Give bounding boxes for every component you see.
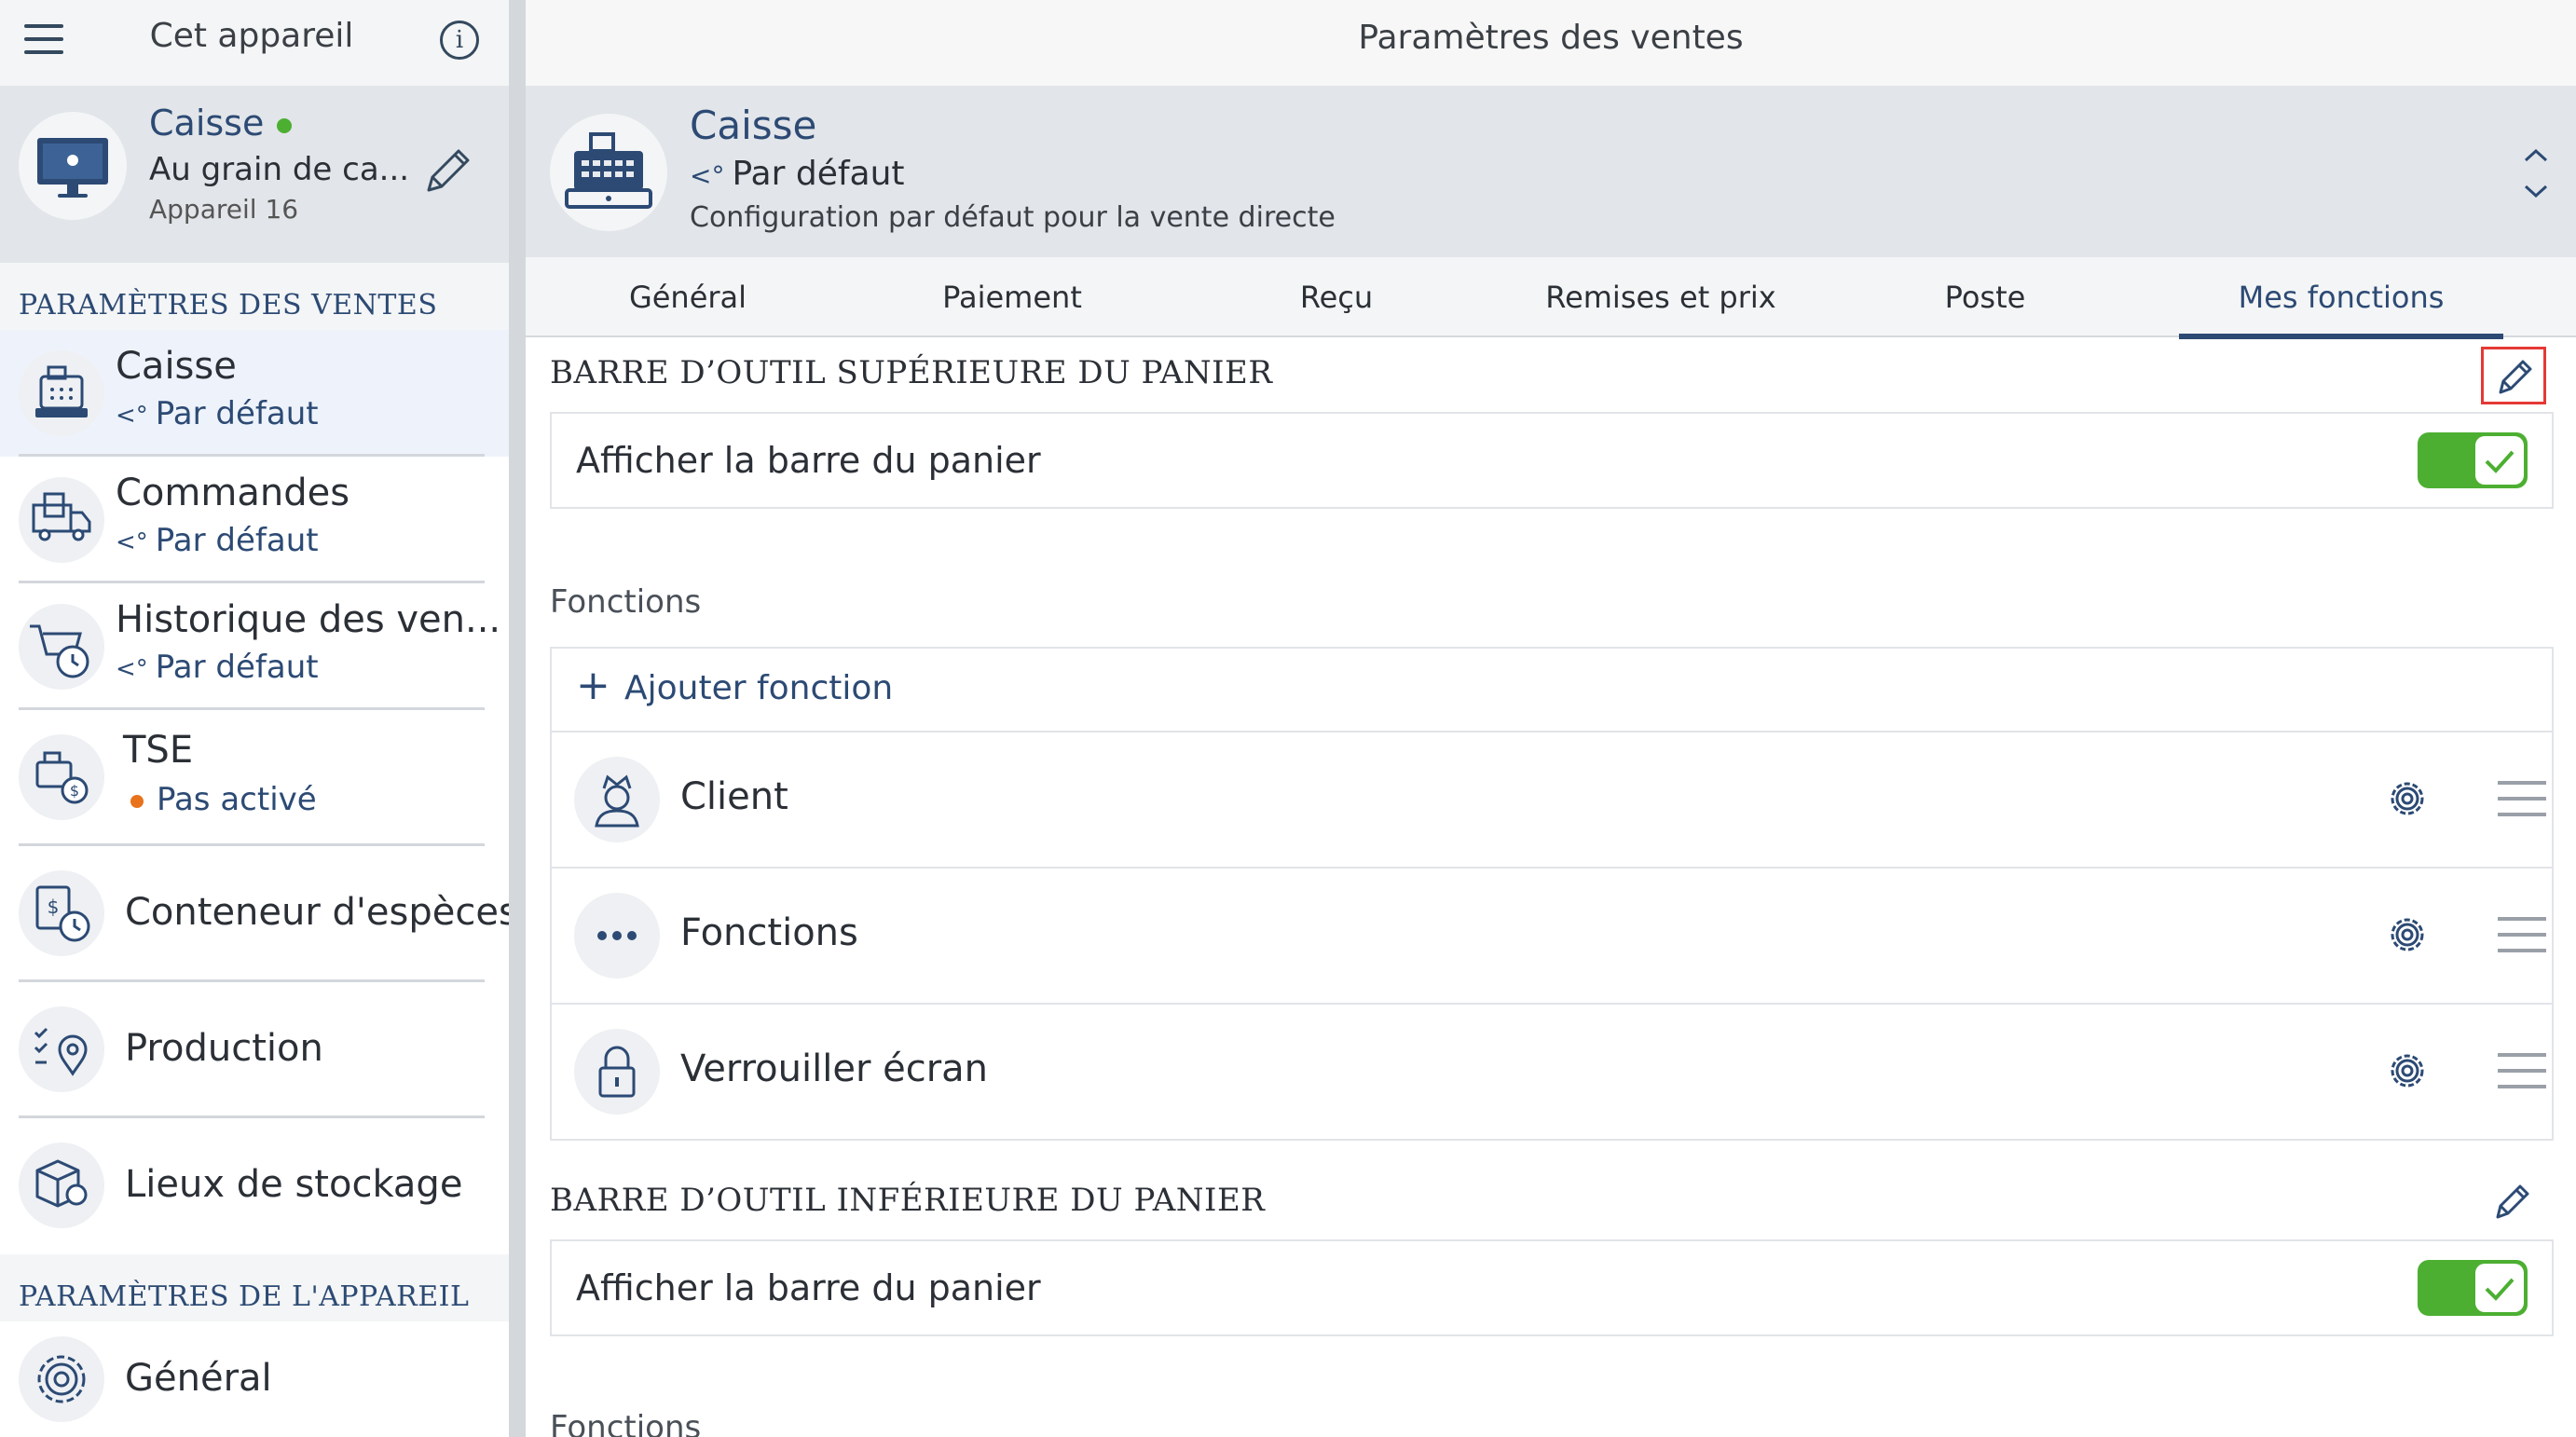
sidebar-item-title: TSE — [123, 729, 194, 772]
sidebar-item-conteneur[interactable]: $ Conteneur d'espèces — [0, 846, 518, 982]
pencil-icon[interactable] — [418, 142, 477, 201]
left-header: Cet appareil i — [0, 0, 509, 86]
config-description: Configuration par défaut pour la vente d… — [690, 201, 1336, 234]
sidebar-item-title: Caisse — [116, 345, 237, 388]
cart-history-icon — [19, 604, 104, 690]
share-icon: <° — [690, 159, 725, 191]
lock-icon — [574, 1029, 660, 1115]
gear-icon[interactable] — [2386, 1049, 2429, 1092]
hamburger-menu-icon[interactable] — [24, 24, 63, 54]
device-subtitle: Au grain de ca... — [149, 151, 410, 188]
sidebar-item-title: Historique des ven... — [116, 598, 501, 641]
tab-paiement[interactable]: Paiement — [850, 257, 1174, 337]
tab-poste[interactable]: Poste — [1823, 257, 2147, 337]
cash-register-icon — [550, 114, 667, 231]
drag-handle-icon[interactable] — [2498, 781, 2546, 818]
sidebar-item-title: Commandes — [116, 472, 350, 514]
tab-general[interactable]: Général — [526, 257, 850, 337]
sidebar-item-general[interactable]: Général — [0, 1321, 509, 1437]
sidebar-item-subtitle: Par défaut — [155, 522, 319, 559]
sidebar-item-title: Général — [125, 1357, 272, 1400]
more-dots-icon — [574, 893, 660, 979]
sidebar-item-commandes[interactable]: Commandes <° Par défaut — [0, 457, 509, 583]
top-toolbar-toggle-row: Afficher la barre du panier — [550, 412, 2554, 509]
share-icon: <° — [116, 527, 148, 556]
sidebar-item-subtitle: Par défaut — [155, 649, 319, 686]
sidebar-item-title: Production — [125, 1027, 323, 1070]
function-row-client[interactable]: Client — [550, 731, 2554, 869]
pencil-icon[interactable] — [2481, 347, 2546, 404]
config-card: Caisse <° Par défaut Configuration par dé… — [526, 86, 2576, 257]
production-icon — [19, 1006, 104, 1092]
left-panel: Cet appareil i Caisse Au grain de ca... … — [0, 0, 518, 1437]
bottom-toolbar-toggle-row: Afficher la barre du panier — [550, 1239, 2554, 1336]
toggle-label: Afficher la barre du panier — [576, 440, 1041, 481]
device-settings-section: PARAMÈTRES DE L'APPAREIL — [0, 1254, 509, 1321]
left-header-title: Cet appareil — [149, 17, 354, 55]
online-status-dot — [277, 117, 293, 133]
add-function-label: Ajouter fonction — [624, 669, 894, 707]
svg-text:$: $ — [70, 782, 79, 800]
warning-status-dot — [130, 794, 144, 808]
device-name: Caisse — [149, 103, 265, 144]
config-subtitle: Par défaut — [732, 155, 905, 193]
gear-icon[interactable] — [2386, 777, 2429, 820]
pencil-icon[interactable] — [2481, 1174, 2546, 1232]
sidebar-item-subtitle: Pas activé — [157, 781, 317, 818]
info-icon[interactable]: i — [440, 21, 479, 60]
device-meta: Appareil 16 — [149, 194, 299, 225]
sidebar-item-title: Conteneur d'espèces — [125, 891, 518, 934]
top-toolbar-section-title: BARRE D’OUTIL SUPÉRIEURE DU PANIER — [550, 354, 1273, 391]
functions-heading: Fonctions — [550, 583, 702, 621]
delivery-truck-icon — [19, 477, 104, 563]
bottom-toolbar-section-title: BARRE D’OUTIL INFÉRIEURE DU PANIER — [550, 1182, 1266, 1219]
settings-tabs: Général Paiement Reçu Remises et prix Po… — [526, 257, 2576, 339]
tab-remises-prix[interactable]: Remises et prix — [1499, 257, 1823, 337]
page-title: Paramètres des ventes — [526, 0, 2576, 86]
cash-register-icon — [19, 350, 104, 436]
tse-icon: $ — [19, 734, 104, 820]
checkmark-icon — [2485, 1278, 2514, 1301]
computer-icon — [19, 112, 127, 220]
storage-location-icon — [19, 1143, 104, 1228]
sidebar-item-tse[interactable]: $ TSE Pas activé — [0, 710, 509, 846]
function-label: Verrouiller écran — [680, 1047, 989, 1090]
sidebar-item-subtitle: Par défaut — [155, 395, 319, 432]
sales-settings-section: PARAMÈTRES DES VENTES — [0, 263, 509, 330]
tab-mes-fonctions[interactable]: Mes fonctions — [2179, 257, 2503, 339]
sidebar-item-caisse[interactable]: Caisse <° Par défaut — [0, 330, 509, 457]
right-panel: Paramètres des ventes Caisse <° Par défau… — [526, 0, 2576, 1437]
drag-handle-icon[interactable] — [2498, 917, 2546, 954]
tab-recu[interactable]: Reçu — [1174, 257, 1499, 337]
gear-icon[interactable] — [2386, 913, 2429, 956]
functions-heading: Fonctions — [550, 1409, 702, 1437]
share-icon: <° — [116, 401, 148, 430]
client-icon — [574, 757, 660, 842]
checkmark-icon — [2485, 450, 2514, 473]
sidebar-item-title: Lieux de stockage — [125, 1163, 463, 1206]
gear-icon — [19, 1336, 104, 1422]
sidebar-item-lieux-stockage[interactable]: Lieux de stockage — [0, 1118, 509, 1254]
drag-handle-icon[interactable] — [2498, 1053, 2546, 1090]
sidebar-item-production[interactable]: Production — [0, 982, 509, 1118]
config-title: Caisse — [690, 103, 817, 148]
function-label: Fonctions — [680, 911, 858, 954]
function-row-verrouiller[interactable]: Verrouiller écran — [550, 1003, 2554, 1141]
plus-icon: + — [576, 662, 610, 709]
svg-text:$: $ — [48, 896, 60, 918]
toggle-label: Afficher la barre du panier — [576, 1267, 1041, 1308]
panel-divider[interactable] — [509, 0, 526, 1437]
add-function-button[interactable]: + Ajouter fonction — [550, 647, 2554, 732]
sidebar-item-historique[interactable]: Historique des ven... <° Par défaut — [0, 583, 509, 710]
device-card[interactable]: Caisse Au grain de ca... Appareil 16 — [0, 86, 509, 263]
function-row-fonctions[interactable]: Fonctions — [550, 867, 2554, 1005]
function-label: Client — [680, 775, 788, 818]
show-bottom-toolbar-toggle[interactable] — [2418, 1260, 2528, 1316]
chevron-up-down-icon[interactable] — [2513, 138, 2559, 212]
share-icon: <° — [116, 654, 148, 683]
show-top-toolbar-toggle[interactable] — [2418, 432, 2528, 488]
cash-container-icon: $ — [19, 870, 104, 956]
